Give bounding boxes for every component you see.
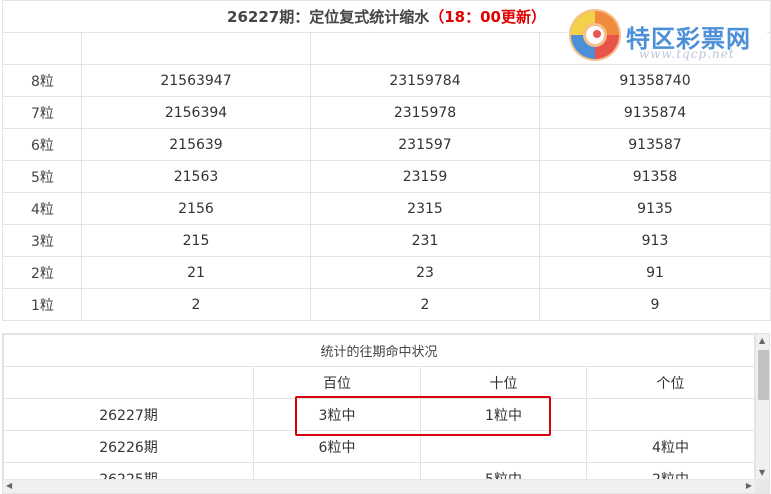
units-digits: 9135 — [539, 192, 771, 225]
table-row: 8粒 21563947 23159784 91358740 — [2, 64, 771, 97]
hundreds-hit: 3粒中 — [253, 398, 421, 431]
tens-digits: 23159 — [310, 160, 540, 193]
history-caption: 统计的往期命中状况 — [3, 334, 756, 367]
hundreds-hit: 6粒中 — [253, 430, 421, 463]
row-label: 6粒 — [2, 128, 82, 161]
hundreds-digits: 2156 — [81, 192, 311, 225]
scroll-up-arrow-icon[interactable]: ▲ — [759, 336, 765, 345]
table-row: 2粒 21 23 91 — [2, 256, 771, 289]
units-digits: 91358740 — [539, 64, 771, 97]
update-time: （18：00更新） — [429, 8, 546, 26]
row-label: 8粒 — [2, 64, 82, 97]
history-row: 26226期 6粒中 4粒中 — [3, 430, 756, 463]
table-row: 4粒 2156 2315 9135 — [2, 192, 771, 225]
hundreds-digits: 215639 — [81, 128, 311, 161]
header-cell — [2, 32, 82, 65]
history-header-cell: 百位 — [253, 366, 421, 399]
history-row: 26227期 3粒中 1粒中 — [3, 398, 756, 431]
title-main: 26227期：定位复式统计缩水 — [227, 8, 430, 26]
tens-digits: 23 — [310, 256, 540, 289]
units-digits: 913 — [539, 224, 771, 257]
history-header-row: 百位 十位 个位 — [3, 366, 756, 399]
tens-digits: 231597 — [310, 128, 540, 161]
table-row: 3粒 215 231 913 — [2, 224, 771, 257]
logo-swirl-icon — [569, 9, 621, 61]
tens-digits: 231 — [310, 224, 540, 257]
header-cell — [81, 32, 311, 65]
hundreds-digits: 21563947 — [81, 64, 311, 97]
scroll-corner — [755, 479, 769, 493]
tens-digits: 2315978 — [310, 96, 540, 129]
vertical-scroll-thumb[interactable] — [758, 350, 769, 400]
units-digits: 913587 — [539, 128, 771, 161]
horizontal-scrollbar[interactable]: ◀ ▶ — [3, 479, 755, 493]
tens-digits: 2315 — [310, 192, 540, 225]
history-panel[interactable]: 统计的往期命中状况 百位 十位 个位 26227期 3粒中 1粒中 26226期 6粒中… — [2, 333, 770, 494]
row-label: 1粒 — [2, 288, 82, 321]
table-row: 6粒 215639 231597 913587 — [2, 128, 771, 161]
row-label: 2粒 — [2, 256, 82, 289]
scroll-down-arrow-icon[interactable]: ▼ — [759, 468, 765, 477]
scroll-right-arrow-icon[interactable]: ▶ — [746, 481, 752, 490]
row-label: 4粒 — [2, 192, 82, 225]
header-cell — [310, 32, 540, 65]
tens-hit — [420, 430, 587, 463]
site-logo[interactable]: 特区彩票网 www.tqcp.net — [567, 7, 767, 63]
tens-hit: 1粒中 — [420, 398, 587, 431]
row-label: 3粒 — [2, 224, 82, 257]
tens-digits: 2 — [310, 288, 540, 321]
units-hit — [585, 398, 756, 431]
tens-digits: 23159784 — [310, 64, 540, 97]
history-header-cell: 个位 — [585, 366, 756, 399]
history-header-cell: 十位 — [420, 366, 587, 399]
hundreds-digits: 215 — [81, 224, 311, 257]
hundreds-digits: 2 — [81, 288, 311, 321]
history-header-cell — [3, 366, 254, 399]
table-row: 1粒 2 2 9 — [2, 288, 771, 321]
units-digits: 9 — [539, 288, 771, 321]
table-row: 5粒 21563 23159 91358 — [2, 160, 771, 193]
scroll-left-arrow-icon[interactable]: ◀ — [6, 481, 12, 490]
hundreds-digits: 21 — [81, 256, 311, 289]
row-label: 5粒 — [2, 160, 82, 193]
units-digits: 9135874 — [539, 96, 771, 129]
history-table: 统计的往期命中状况 百位 十位 个位 26227期 3粒中 1粒中 26226期 6粒中… — [3, 334, 756, 493]
period-cell: 26226期 — [3, 430, 254, 463]
units-hit: 4粒中 — [585, 430, 756, 463]
vertical-scrollbar[interactable]: ▲ ▼ — [755, 334, 769, 479]
table-row: 7粒 2156394 2315978 9135874 — [2, 96, 771, 129]
row-label: 7粒 — [2, 96, 82, 129]
history-caption-row: 统计的往期命中状况 — [3, 334, 756, 367]
units-digits: 91 — [539, 256, 771, 289]
hundreds-digits: 21563 — [81, 160, 311, 193]
units-digits: 91358 — [539, 160, 771, 193]
hundreds-digits: 2156394 — [81, 96, 311, 129]
logo-url: www.tqcp.net — [639, 47, 735, 61]
period-cell: 26227期 — [3, 398, 254, 431]
